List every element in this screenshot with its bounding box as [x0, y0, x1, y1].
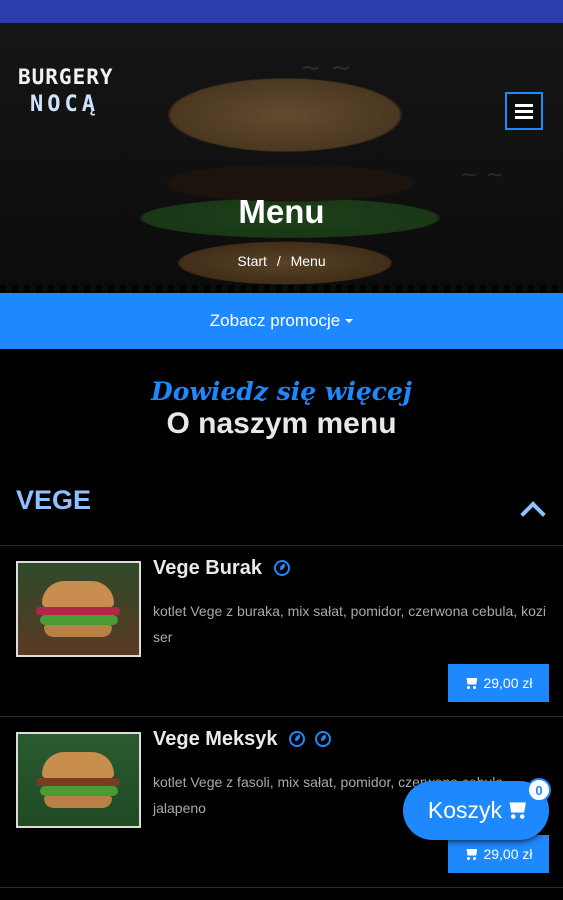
hamburger-icon — [515, 103, 533, 107]
product-description: kotlet Vege z buraka, mix sałat, pomidor… — [153, 603, 546, 645]
add-to-cart-button[interactable]: 29,00 zł — [448, 664, 549, 702]
intro-heading: O naszym menu — [166, 407, 397, 440]
cart-icon — [507, 802, 528, 819]
breadcrumb-current: Menu — [290, 253, 326, 269]
breadcrumb-separator: / — [276, 253, 281, 269]
chili-icon — [289, 730, 306, 747]
brand-logo-line1: BURGERY — [18, 65, 114, 89]
leaf-icon — [314, 730, 331, 747]
status-bar — [0, 0, 563, 23]
price-label: 29,00 zł — [483, 846, 533, 862]
breadcrumb: Start / Menu — [0, 253, 563, 269]
floating-cart-button[interactable]: Koszyk 0 — [403, 778, 551, 840]
brand-logo[interactable]: BURGERY NOCĄ — [18, 63, 128, 119]
caret-down-icon — [345, 319, 354, 323]
product-image[interactable] — [16, 732, 141, 828]
brand-logo-line2: NOCĄ — [30, 92, 99, 117]
hamburger-menu-button[interactable] — [505, 92, 543, 130]
hero-banner: ~ ~ ~ ~ BURGERY NOCĄ Menu Start / Menu — [0, 23, 563, 293]
menu-item: Vege Burak kotlet Vege z buraka, mix sał… — [0, 546, 563, 717]
product-title[interactable]: Vege Burak — [153, 554, 290, 582]
category-header-vege[interactable]: VEGE — [0, 467, 563, 546]
chevron-up-icon[interactable] — [520, 501, 546, 527]
cart-icon — [464, 849, 478, 860]
cart-count-badge: 0 — [527, 778, 551, 802]
intro-script-text: Dowiedz się więcej — [151, 377, 412, 406]
promotions-dropdown-button[interactable]: Zobacz promocje — [0, 293, 563, 349]
price-label: 29,00 zł — [483, 675, 533, 691]
leaf-icon — [273, 559, 290, 576]
cart-label: Koszyk — [427, 797, 503, 823]
product-name: Vege Burak — [153, 557, 262, 579]
add-to-cart-button[interactable]: 29,00 zł — [448, 835, 549, 873]
product-title[interactable]: Vege Meksyk — [153, 725, 331, 753]
product-name: Vege Meksyk — [153, 728, 278, 750]
category-name: VEGE — [16, 485, 92, 515]
cart-icon — [464, 678, 478, 689]
product-image[interactable] — [16, 561, 141, 657]
page-title: Menu — [238, 193, 325, 230]
breadcrumb-start-link[interactable]: Start — [237, 253, 267, 269]
hero-edge-decoration — [0, 285, 563, 293]
menu-intro: Dowiedz się więcej O naszym menu — [0, 349, 563, 441]
promotions-label: Zobacz promocje — [209, 311, 341, 330]
